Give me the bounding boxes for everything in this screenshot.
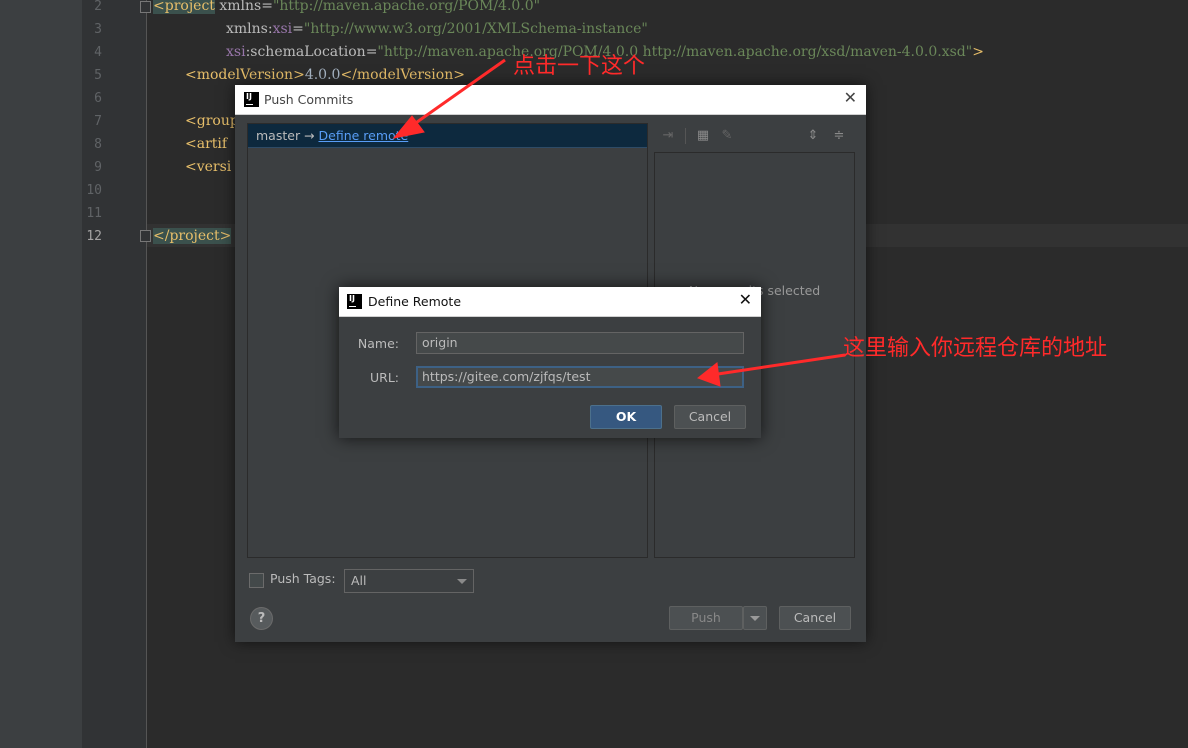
- xml-ns: xsi: [226, 44, 246, 60]
- line-number: 3: [94, 22, 102, 37]
- cancel-button[interactable]: Cancel: [674, 405, 746, 429]
- push-tags-checkbox[interactable]: [249, 573, 264, 588]
- intellij-logo-icon: IJ: [244, 92, 259, 107]
- code-line: <project xmlns="http://maven.apache.org/…: [153, 0, 540, 18]
- cancel-button[interactable]: Cancel: [779, 606, 851, 630]
- line-number: 7: [94, 114, 102, 129]
- ok-button[interactable]: OK: [590, 405, 662, 429]
- code-line: <versi: [185, 156, 231, 179]
- push-tags-select[interactable]: All: [344, 569, 474, 593]
- push-button[interactable]: Push: [669, 606, 743, 630]
- url-label: URL:: [369, 370, 399, 385]
- edit-icon[interactable]: ✎: [719, 128, 735, 144]
- collapse-all-icon[interactable]: ≑: [831, 128, 847, 144]
- xml-tag: <project: [153, 0, 215, 14]
- line-number: 4: [94, 45, 102, 60]
- dialog-title: Push Commits: [264, 92, 354, 107]
- cherry-pick-icon[interactable]: ⇥: [660, 128, 676, 144]
- remote-url-value: https://gitee.com/zjfqs/test: [422, 369, 591, 384]
- line-number: 9: [94, 160, 102, 175]
- group-by-icon[interactable]: ▦: [695, 128, 711, 144]
- define-remote-dialog: IJ Define Remote ✕ Name: origin URL: htt…: [339, 287, 761, 438]
- xml-ns: xsi: [272, 21, 293, 37]
- xml-attr: =: [292, 21, 304, 37]
- toolbar-separator: [685, 128, 686, 144]
- line-number: 5: [94, 68, 102, 83]
- code-line: <modelVersion>4.0.0</modelVersion>: [185, 64, 465, 87]
- tool-window-strip: [0, 0, 82, 748]
- push-tags-label: Push Tags:: [270, 571, 336, 586]
- line-number: 2: [94, 0, 102, 14]
- line-number: 10: [86, 183, 102, 198]
- code-line: <group: [185, 110, 239, 133]
- xml-tag: <versi: [185, 159, 232, 175]
- line-number: 6: [94, 91, 102, 106]
- xml-tag: >: [972, 44, 984, 60]
- code-line: xmlns:xsi="http://www.w3.org/2001/XMLSch…: [226, 18, 648, 41]
- xml-tag: </modelVersion>: [340, 67, 465, 83]
- xml-value: "http://www.w3.org/2001/XMLSchema-instan…: [303, 21, 648, 37]
- remote-name-value: origin: [422, 335, 458, 350]
- xml-value: "http://maven.apache.org/POM/4.0.0 http:…: [377, 44, 973, 60]
- help-button[interactable]: ?: [250, 607, 273, 630]
- dialog-title-bar[interactable]: IJ Define Remote ✕: [339, 287, 761, 317]
- branch-name: master →: [256, 128, 319, 143]
- xml-tag: <modelVersion>: [185, 67, 305, 83]
- push-tags-value: All: [351, 573, 367, 588]
- chevron-down-icon: [750, 616, 760, 621]
- xml-attr: xmlns: [226, 21, 268, 37]
- name-label: Name:: [357, 336, 399, 351]
- define-remote-link[interactable]: Define remote: [319, 128, 409, 143]
- xml-tag: <group: [185, 113, 239, 129]
- chevron-down-icon: [457, 579, 467, 584]
- xml-tag: <artif: [185, 136, 228, 152]
- line-number-current: 12: [86, 229, 102, 244]
- expand-all-icon[interactable]: ⇕: [805, 128, 821, 144]
- code-line: <artif: [185, 133, 227, 156]
- close-icon[interactable]: ✕: [739, 292, 752, 308]
- xml-text: 4.0.0: [304, 67, 341, 83]
- line-number: 8: [94, 137, 102, 152]
- branch-label: master → Define remote: [256, 124, 408, 147]
- line-number: 11: [86, 206, 102, 221]
- xml-attr: xmlns=: [214, 0, 273, 14]
- dialog-title-bar[interactable]: IJ Push Commits ✕: [235, 85, 866, 115]
- annotation-enter-url: 这里输入你远程仓库的地址: [843, 336, 1108, 361]
- remote-name-input[interactable]: origin: [416, 332, 744, 354]
- annotation-click-this: 点击一下这个: [513, 54, 646, 79]
- remote-url-input[interactable]: https://gitee.com/zjfqs/test: [416, 366, 744, 388]
- branch-row[interactable]: master → Define remote: [248, 124, 647, 148]
- push-options-dropdown[interactable]: [743, 606, 767, 630]
- close-icon[interactable]: ✕: [844, 90, 857, 106]
- dialog-title: Define Remote: [368, 294, 462, 309]
- xml-value: "http://maven.apache.org/POM/4.0.0": [272, 0, 541, 14]
- details-toolbar: ⇥ ▦ ✎ ⇕ ≑: [655, 126, 855, 148]
- intellij-logo-icon: IJ: [347, 294, 362, 309]
- xml-tag: </project>: [153, 228, 232, 244]
- xml-attr: :schemaLocation=: [245, 44, 378, 60]
- code-line: </project>: [153, 225, 232, 248]
